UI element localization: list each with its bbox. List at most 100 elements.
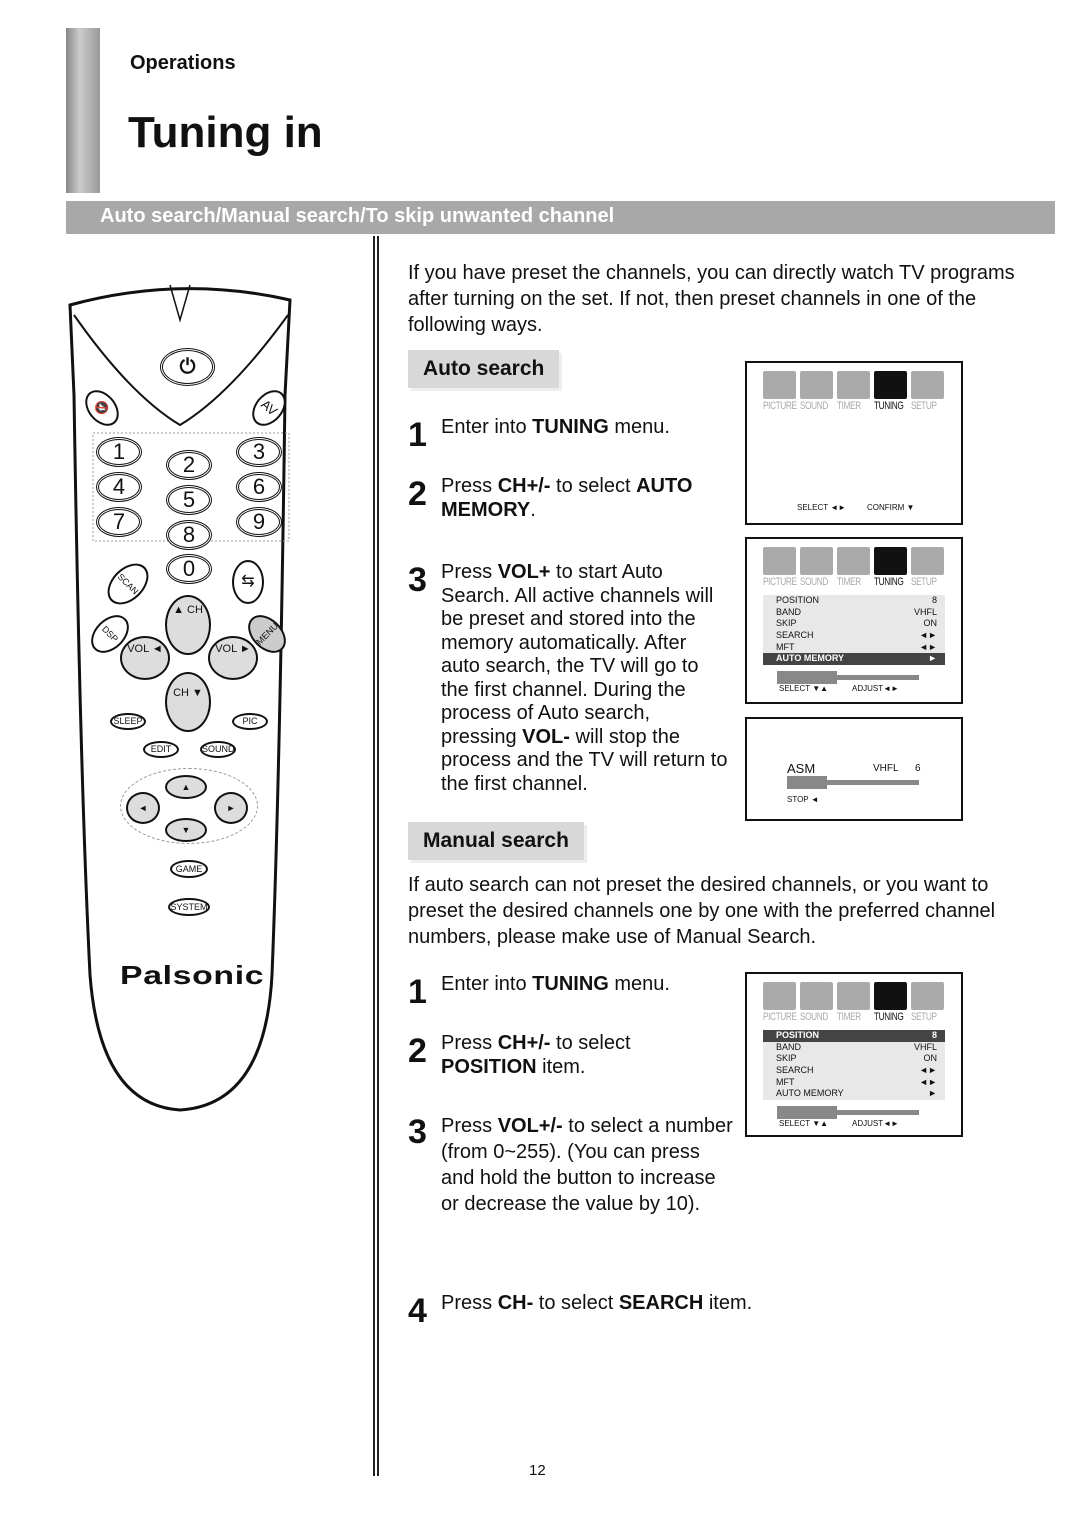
menu-row-value: ◄► bbox=[919, 1065, 937, 1076]
power-button[interactable]: ⏻ bbox=[160, 348, 215, 386]
menu-row: POSITION 8 bbox=[763, 595, 945, 607]
menu-list: POSITION 8 BAND VHFL SKIP ON SEARCH ◄► MFT ◄► AUTO… bbox=[763, 595, 945, 666]
tv-menu-screen: PICTURE SOUND TIMER TUNING SETUP POSITION 8 BAN… bbox=[745, 972, 963, 1137]
progress-fill bbox=[787, 776, 827, 789]
menu-row: MFT ◄► bbox=[763, 642, 945, 654]
tv-menu-screen: ASM VHFL 6 STOP ◄ bbox=[745, 717, 963, 821]
menu-row-value: ► bbox=[928, 653, 937, 664]
menu-row-label: POSITION bbox=[776, 1030, 820, 1040]
menu-tab-label: SOUND bbox=[800, 1011, 828, 1023]
menu-row-label: SKIP bbox=[776, 618, 797, 629]
sleep-button[interactable]: SLEEP bbox=[110, 713, 146, 730]
digit-button-7[interactable]: 7 bbox=[96, 507, 142, 537]
menu-tab-icon-picture bbox=[763, 982, 796, 1010]
column-divider bbox=[373, 236, 375, 1476]
channel-number: 6 bbox=[915, 763, 921, 774]
menu-row-value: ► bbox=[928, 1088, 937, 1099]
menu-row-label: BAND bbox=[776, 606, 802, 617]
brand-logo: Palsonic bbox=[120, 960, 265, 990]
menu-row: SEARCH ◄► bbox=[763, 1065, 945, 1077]
up-button[interactable]: ▲ bbox=[165, 775, 207, 799]
hint-right: ADJUST◄► bbox=[852, 684, 899, 693]
menu-tab-label: TUNING bbox=[874, 576, 904, 588]
edit-button[interactable]: EDIT bbox=[143, 741, 179, 758]
tv-menu-screen: PICTURE SOUND TIMER TUNING SETUP POSITION 8 BAN… bbox=[745, 537, 963, 704]
menu-row-label: AUTO MEMORY bbox=[776, 1088, 844, 1099]
manual-intro-text: If auto search can not preset the desire… bbox=[408, 874, 996, 948]
menu-list: POSITION 8 BAND VHFL SKIP ON SEARCH ◄► MFT ◄► AUTO… bbox=[763, 1030, 945, 1101]
menu-tab-bar: PICTURE SOUND TIMER TUNING SETUP bbox=[763, 371, 945, 412]
section-marker bbox=[66, 28, 100, 193]
hint-right: ADJUST◄► bbox=[852, 1119, 899, 1128]
system-button[interactable]: SYSTEM bbox=[168, 898, 210, 916]
digit-button-2[interactable]: 2 bbox=[166, 450, 212, 480]
progress-fill bbox=[777, 1106, 837, 1119]
digit-button-4[interactable]: 4 bbox=[96, 472, 142, 502]
sound-button[interactable]: SOUND bbox=[200, 741, 236, 758]
menu-row: SKIP ON bbox=[763, 618, 945, 630]
column-divider bbox=[377, 236, 379, 1476]
manual-page: Operations Tuning in Auto search/Manual … bbox=[0, 0, 1080, 1527]
menu-row-value: VHFL bbox=[913, 606, 937, 617]
menu-tab-icon-picture bbox=[763, 547, 796, 575]
menu-tab-label: TUNING bbox=[874, 1011, 904, 1023]
progress-fill bbox=[777, 671, 837, 684]
ch-up-button[interactable]: ▲ CH bbox=[165, 595, 211, 655]
left-button[interactable]: ◄ bbox=[126, 792, 160, 824]
hint-right: CONFIRM ▼ bbox=[867, 503, 915, 512]
down-button[interactable]: ▼ bbox=[165, 818, 207, 842]
menu-tab-label: TIMER bbox=[837, 1011, 861, 1023]
manual-search-heading: Manual search bbox=[408, 822, 584, 860]
digit-button-1[interactable]: 1 bbox=[96, 437, 142, 467]
menu-row: AUTO MEMORY ► bbox=[763, 653, 945, 666]
menu-row-label: MFT bbox=[776, 1076, 795, 1087]
menu-row-value: ON bbox=[923, 1053, 938, 1064]
menu-tab-icon-setup bbox=[911, 371, 944, 399]
banner-text: Auto search/Manual search/To skip unwant… bbox=[100, 205, 615, 227]
manual-step-1: 1 Enter into TUNING menu. bbox=[408, 973, 670, 1011]
menu-tab-label: SETUP bbox=[911, 576, 937, 588]
menu-tab-icon-sound bbox=[800, 371, 833, 399]
digit-button-3[interactable]: 3 bbox=[236, 437, 282, 467]
manual-step-4: 4 Press CH- to select SEARCH item. bbox=[408, 1292, 753, 1330]
digit-button-9[interactable]: 9 bbox=[236, 507, 282, 537]
vol-down-button[interactable]: VOL ◄ bbox=[120, 636, 170, 680]
digit-button-5[interactable]: 5 bbox=[166, 485, 212, 515]
digit-button-8[interactable]: 8 bbox=[166, 520, 212, 550]
menu-row-label: POSITION bbox=[776, 595, 820, 605]
menu-tab-icon-tuning bbox=[874, 371, 907, 399]
menu-row-value: 8 bbox=[931, 595, 937, 605]
ch-down-button[interactable]: CH ▼ bbox=[165, 672, 211, 732]
menu-row-value: 8 bbox=[931, 1030, 937, 1040]
menu-tab-label: PICTURE bbox=[763, 576, 797, 588]
asm-label: ASM bbox=[787, 761, 816, 776]
hint-select: SELECT ▼▲ bbox=[779, 684, 829, 693]
vol-up-button[interactable]: VOL ► bbox=[208, 636, 258, 680]
auto-search-heading: Auto search bbox=[408, 350, 560, 388]
swap-button[interactable]: ⇆ bbox=[232, 560, 264, 604]
menu-row-label: SEARCH bbox=[776, 630, 814, 641]
menu-tab-icon-sound bbox=[800, 982, 833, 1010]
section-label: Operations bbox=[130, 52, 236, 74]
digit-button-6[interactable]: 6 bbox=[236, 472, 282, 502]
pic-button[interactable]: PIC bbox=[232, 713, 268, 730]
menu-tab-icon-setup bbox=[911, 982, 944, 1010]
menu-row-value: ◄► bbox=[919, 1076, 937, 1087]
game-button[interactable]: GAME bbox=[170, 860, 208, 878]
menu-tab-label: SOUND bbox=[800, 576, 828, 588]
menu-tab-icon-timer bbox=[837, 371, 870, 399]
menu-tab-icon-timer bbox=[837, 547, 870, 575]
menu-tab-bar: PICTURE SOUND TIMER TUNING SETUP bbox=[763, 547, 945, 588]
menu-row-value: VHFL bbox=[913, 1041, 937, 1052]
menu-row: BAND VHFL bbox=[763, 1042, 945, 1054]
digit-button-0[interactable]: 0 bbox=[166, 554, 212, 584]
menu-tab-icon-tuning bbox=[874, 982, 907, 1010]
menu-tab-label: TIMER bbox=[837, 400, 861, 412]
menu-tab-icon-sound bbox=[800, 547, 833, 575]
tv-menu-screen: PICTURE SOUND TIMER TUNING SETUP SELECT ◄► CON… bbox=[745, 361, 963, 525]
right-button[interactable]: ► bbox=[214, 792, 248, 824]
menu-tab-icon-setup bbox=[911, 547, 944, 575]
menu-row-label: AUTO MEMORY bbox=[776, 653, 845, 664]
menu-row: BAND VHFL bbox=[763, 607, 945, 619]
menu-tab-label: TIMER bbox=[837, 576, 861, 588]
